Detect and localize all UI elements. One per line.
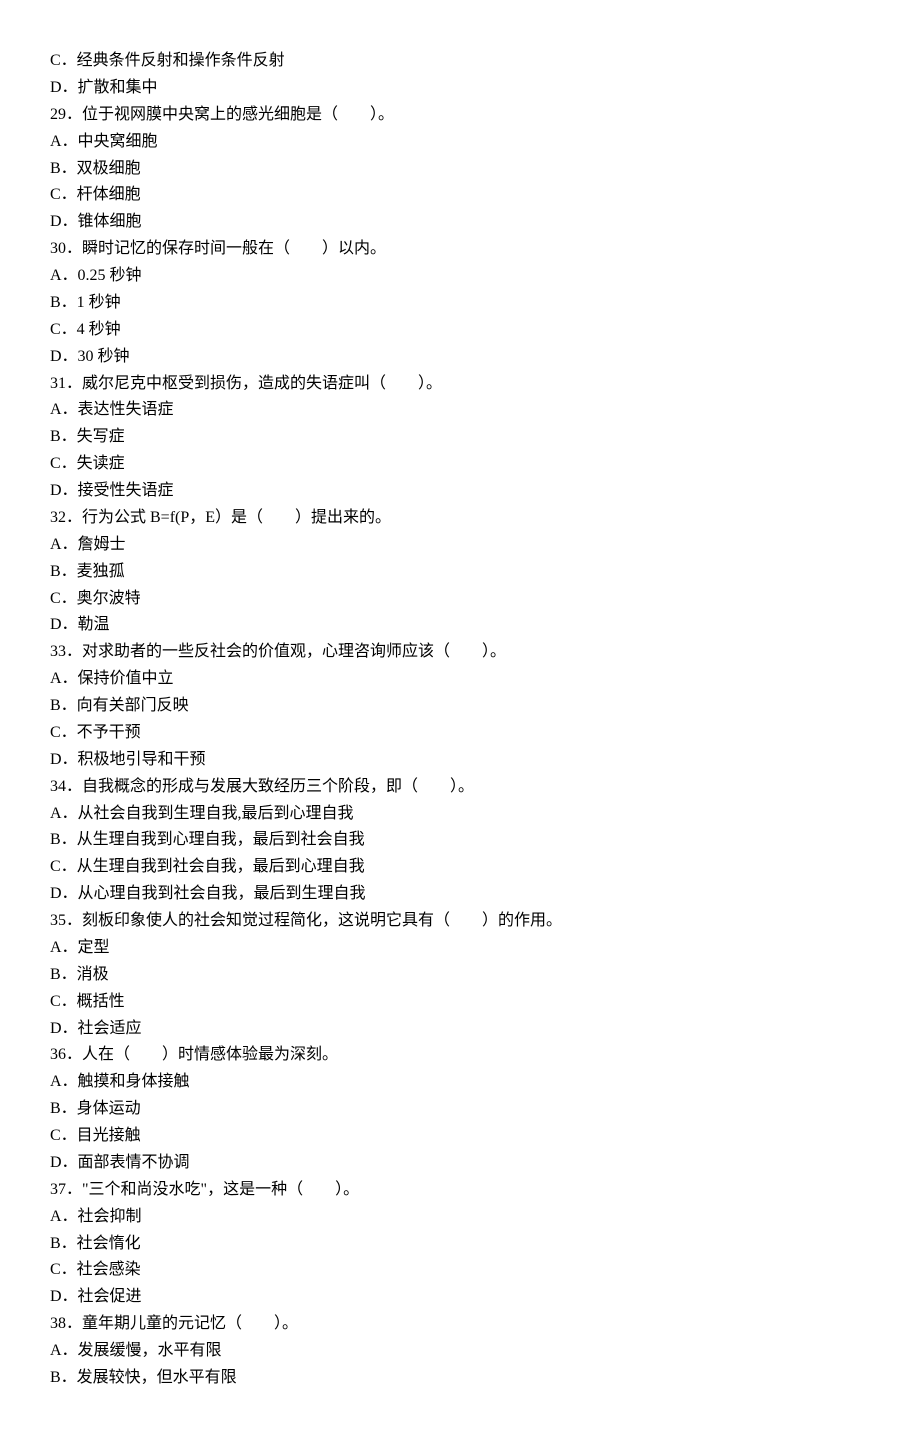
- text-line: 33．对求助者的一些反社会的价值观，心理咨询师应该（ ）。: [50, 639, 870, 666]
- text-line: A．中央窝细胞: [50, 129, 870, 156]
- text-line: A．詹姆士: [50, 532, 870, 559]
- text-line: D．从心理自我到社会自我，最后到生理自我: [50, 881, 870, 908]
- text-line: C．失读症: [50, 451, 870, 478]
- text-line: 35．刻板印象使人的社会知觉过程简化，这说明它具有（ ）的作用。: [50, 908, 870, 935]
- text-line: 38．童年期儿童的元记忆（ ）。: [50, 1311, 870, 1338]
- text-line: A．表达性失语症: [50, 397, 870, 424]
- text-line: B．消极: [50, 962, 870, 989]
- text-line: 30．瞬时记忆的保存时间一般在（ ）以内。: [50, 236, 870, 263]
- text-line: A．从社会自我到生理自我,最后到心理自我: [50, 801, 870, 828]
- text-line: 31．威尔尼克中枢受到损伤，造成的失语症叫（ ）。: [50, 371, 870, 398]
- text-line: D．积极地引导和干预: [50, 747, 870, 774]
- text-line: 29．位于视网膜中央窝上的感光细胞是（ ）。: [50, 102, 870, 129]
- text-line: B．失写症: [50, 424, 870, 451]
- text-line: B．麦独孤: [50, 559, 870, 586]
- text-line: C．4 秒钟: [50, 317, 870, 344]
- text-line: A．发展缓慢，水平有限: [50, 1338, 870, 1365]
- text-line: B．从生理自我到心理自我，最后到社会自我: [50, 827, 870, 854]
- text-line: D．社会适应: [50, 1016, 870, 1043]
- text-line: D．面部表情不协调: [50, 1150, 870, 1177]
- text-line: A．0.25 秒钟: [50, 263, 870, 290]
- text-line: A．定型: [50, 935, 870, 962]
- text-line: C．不予干预: [50, 720, 870, 747]
- text-line: B．身体运动: [50, 1096, 870, 1123]
- text-line: B．双极细胞: [50, 156, 870, 183]
- text-line: D．社会促进: [50, 1284, 870, 1311]
- text-line: 37．"三个和尚没水吃"，这是一种（ ）。: [50, 1177, 870, 1204]
- text-line: D．接受性失语症: [50, 478, 870, 505]
- text-line: C．杆体细胞: [50, 182, 870, 209]
- text-line: D．勒温: [50, 612, 870, 639]
- document-body: C．经典条件反射和操作条件反射D．扩散和集中29．位于视网膜中央窝上的感光细胞是…: [50, 48, 870, 1392]
- text-line: 36．人在（ ）时情感体验最为深刻。: [50, 1042, 870, 1069]
- text-line: A．保持价值中立: [50, 666, 870, 693]
- text-line: B．发展较快，但水平有限: [50, 1365, 870, 1392]
- text-line: 32．行为公式 B=f(P，E）是（ ）提出来的。: [50, 505, 870, 532]
- text-line: C．从生理自我到社会自我，最后到心理自我: [50, 854, 870, 881]
- text-line: A．触摸和身体接触: [50, 1069, 870, 1096]
- text-line: B．社会惰化: [50, 1231, 870, 1258]
- text-line: C．奥尔波特: [50, 586, 870, 613]
- text-line: C．经典条件反射和操作条件反射: [50, 48, 870, 75]
- text-line: D．锥体细胞: [50, 209, 870, 236]
- text-line: D．30 秒钟: [50, 344, 870, 371]
- text-line: D．扩散和集中: [50, 75, 870, 102]
- text-line: A．社会抑制: [50, 1204, 870, 1231]
- text-line: C．概括性: [50, 989, 870, 1016]
- text-line: B．1 秒钟: [50, 290, 870, 317]
- text-line: C．目光接触: [50, 1123, 870, 1150]
- text-line: C．社会感染: [50, 1257, 870, 1284]
- text-line: 34．自我概念的形成与发展大致经历三个阶段，即（ ）。: [50, 774, 870, 801]
- text-line: B．向有关部门反映: [50, 693, 870, 720]
